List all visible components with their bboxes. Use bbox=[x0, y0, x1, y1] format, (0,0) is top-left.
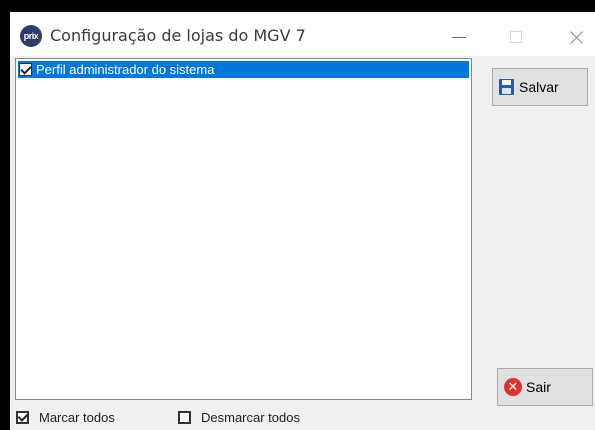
window-title: Configuração de lojas do MGV 7 bbox=[50, 26, 306, 45]
close-button[interactable] bbox=[556, 22, 595, 52]
maximize-button[interactable] bbox=[496, 22, 536, 52]
minimize-button[interactable] bbox=[440, 22, 480, 52]
mark-all-checkbox[interactable]: Marcar todos bbox=[16, 410, 115, 425]
save-button-label: Salvar bbox=[519, 79, 559, 95]
red-x-circle-icon: ✕ bbox=[504, 378, 522, 396]
exit-button-label: Sair bbox=[526, 379, 551, 395]
list-item-checkbox[interactable] bbox=[19, 63, 32, 76]
profile-list[interactable]: Perfil administrador do sistema bbox=[15, 58, 472, 400]
unmark-all-checkbox-box[interactable] bbox=[178, 411, 191, 424]
mark-all-checkbox-box[interactable] bbox=[16, 411, 29, 424]
main-window: prix Configuração de lojas do MGV 7 Perf… bbox=[0, 0, 595, 430]
save-button[interactable]: Salvar bbox=[492, 68, 588, 106]
title-bar[interactable]: prix Configuração de lojas do MGV 7 bbox=[10, 12, 595, 56]
unmark-all-label: Desmarcar todos bbox=[201, 410, 300, 425]
list-item-label: Perfil administrador do sistema bbox=[36, 62, 215, 77]
mark-all-label: Marcar todos bbox=[39, 410, 115, 425]
app-logo-icon: prix bbox=[20, 25, 42, 47]
unmark-all-checkbox[interactable]: Desmarcar todos bbox=[178, 410, 300, 425]
floppy-disk-icon bbox=[499, 79, 514, 95]
list-item[interactable]: Perfil administrador do sistema bbox=[18, 61, 469, 78]
exit-button[interactable]: ✕ Sair bbox=[497, 368, 593, 406]
